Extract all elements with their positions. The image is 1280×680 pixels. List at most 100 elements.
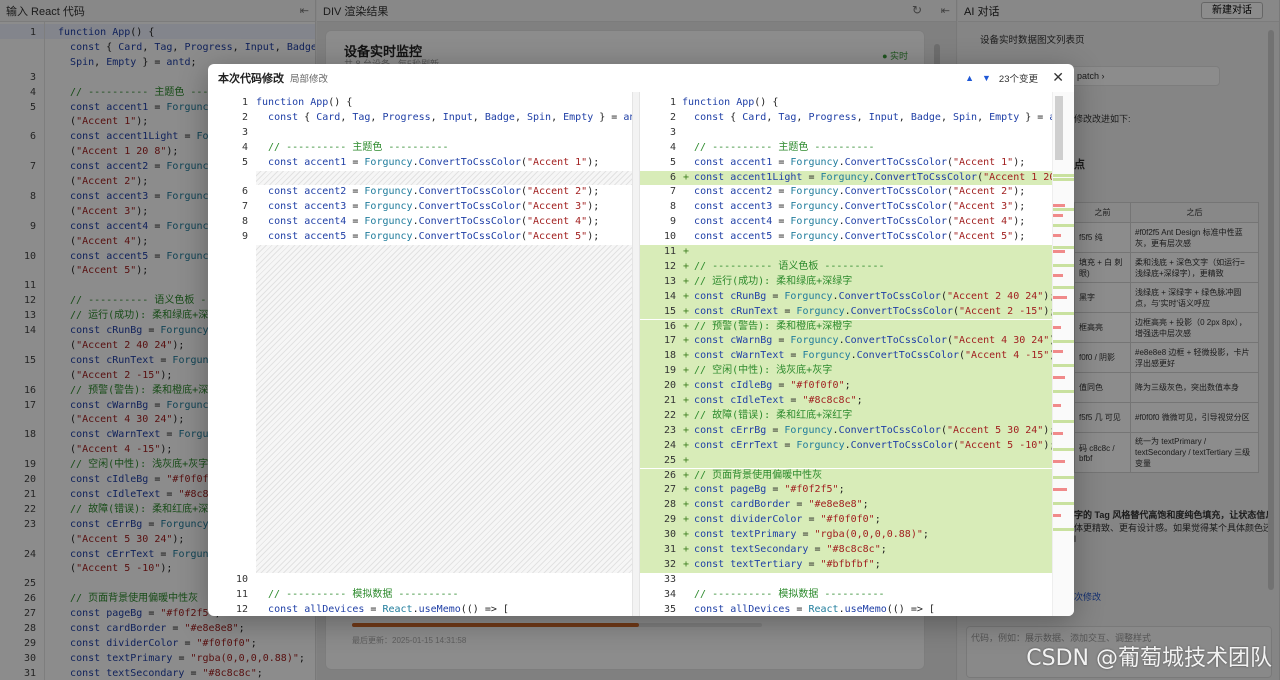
change-navigator: ▲ ▼ 23个变更 (965, 71, 1038, 85)
diff-original-pane[interactable]: 1 function App() {2 const { Card, Tag, Pr… (208, 92, 632, 616)
line-number: 4 (241, 141, 248, 153)
diff-line-added: 14 + const cRunBg = Forguncy.ConvertToCss… (640, 289, 1055, 305)
diff-line: 9 const accent5 = Forguncy.ConvertToCssC… (208, 230, 632, 245)
minimap-mark (1053, 274, 1063, 277)
line-number: 10 (663, 231, 676, 243)
minimap-mark (1053, 448, 1074, 451)
diff-line: 7 const accent3 = Forguncy.ConvertToCssC… (208, 200, 632, 215)
line-number: 31 (663, 544, 676, 555)
line-number: 11 (235, 588, 248, 600)
chevron-down-icon[interactable]: ▼ (982, 73, 991, 83)
line-number: 1 (669, 97, 676, 108)
line-number: 1 (241, 97, 248, 108)
line-number: 19 (663, 365, 676, 377)
diff-line: 12 const allDevices = React.useMemo(() =… (208, 603, 632, 616)
line-number: 2 (241, 111, 248, 123)
line-number: 6 (669, 171, 676, 183)
line-number: 3 (669, 126, 676, 138)
minimap-mark (1053, 246, 1074, 249)
change-count: 23个变更 (998, 74, 1038, 85)
diff-line: 3 (208, 126, 632, 141)
line-number: 2 (669, 111, 676, 123)
minimap-mark (1053, 326, 1061, 329)
diff-line: 6 const accent2 = Forguncy.ConvertToCssC… (208, 185, 632, 200)
diff-line-added: 21 + const cIdleText = "#8c8c8c"; (640, 394, 1052, 409)
minimap-mark (1053, 312, 1074, 315)
line-number: 32 (663, 558, 676, 570)
line-number: 5 (241, 156, 248, 168)
minimap-mark (1053, 404, 1061, 407)
line-number: 24 (663, 439, 676, 451)
modal-subtitle: 局部修改 (290, 74, 329, 85)
diff-line: 33 (640, 573, 1052, 588)
line-number: 6 (241, 186, 248, 198)
diff-line-added: 13 + // 运行(成功): 柔和绿底+深绿字 (640, 274, 1052, 290)
diff-line-added: 11 + (640, 245, 1052, 260)
diff-minimap[interactable] (1052, 92, 1074, 616)
modal-header: 本次代码修改 局部修改 ▲ ▼ 23个变更 ✕ (208, 64, 1074, 92)
line-number: 7 (241, 201, 248, 213)
diff-line-added: 20 + const cIdleBg = "#f0f0f0"; (640, 379, 1052, 394)
line-number: 20 (663, 380, 676, 392)
diff-line: 2 const { Card, Tag, Progress, Input, Ba… (640, 111, 1074, 126)
minimap-mark (1053, 432, 1063, 435)
line-number: 9 (669, 216, 676, 228)
minimap-thumb[interactable] (1055, 96, 1063, 160)
diff-line-added: 17 + const cWarnBg = Forguncy.ConvertToCs… (640, 334, 1061, 350)
minimap-mark (1053, 178, 1074, 181)
diff-modified-pane[interactable]: 1 function App() {2 const { Card, Tag, Pr… (640, 92, 1074, 616)
diff-line-added: 29 + const dividerColor = "#f0f0f0"; (640, 513, 1052, 529)
line-number: 12 (663, 260, 676, 272)
line-number: 13 (663, 275, 676, 287)
line-number: 35 (663, 603, 676, 615)
diff-line: 1 function App() { (640, 96, 1052, 111)
line-number: 21 (663, 395, 676, 406)
line-number: 18 (663, 350, 676, 362)
minimap-mark (1053, 502, 1074, 505)
minimap-mark (1053, 476, 1074, 479)
diff-line: 3 (640, 126, 1052, 141)
line-number: 9 (241, 231, 248, 243)
line-number: 30 (663, 529, 676, 541)
minimap-mark (1053, 488, 1067, 491)
diff-line: 11 // ---------- 模拟数据 ---------- (208, 588, 632, 603)
line-number: 25 (663, 454, 676, 466)
minimap-mark (1053, 174, 1074, 177)
diff-line-added: 22 + // 故障(错误): 柔和红底+深红字 (640, 408, 1052, 424)
diff-placeholder (256, 170, 632, 186)
diff-line-added: 31 + const textSecondary = "#8c8c8c"; (640, 543, 1052, 558)
line-number: 17 (663, 335, 676, 347)
minimap-mark (1053, 296, 1067, 299)
line-number: 12 (235, 603, 248, 615)
line-number: 28 (663, 499, 676, 511)
diff-line-added: 6 + const accent1Light = Forguncy.Convert… (640, 170, 1074, 186)
diff-line: 2 const { Card, Tag, Progress, Input, Ba… (208, 111, 632, 126)
diff-line-added: 16 + // 预警(警告): 柔和橙底+深橙字 (640, 319, 1052, 335)
chevron-up-icon[interactable]: ▲ (965, 73, 974, 83)
diff-line: 5 const accent1 = Forguncy.ConvertToCssC… (640, 156, 1052, 171)
diff-line: 4 // ---------- 主题色 ---------- (640, 141, 1052, 156)
minimap-mark (1053, 528, 1074, 531)
line-number: 26 (663, 469, 676, 481)
close-icon[interactable]: ✕ (1052, 69, 1064, 86)
diff-line: 10 (208, 573, 632, 588)
diff-line: 9 const accent4 = Forguncy.ConvertToCssC… (640, 215, 1052, 230)
diff-line: 8 const accent4 = Forguncy.ConvertToCssC… (208, 215, 632, 230)
line-number: 27 (663, 484, 676, 496)
minimap-mark (1053, 234, 1061, 237)
diff-line-added: 27 + const pageBg = "#f0f2f5"; (640, 483, 1052, 499)
line-number: 14 (663, 290, 676, 302)
diff-splitter[interactable] (632, 92, 640, 616)
minimap-mark (1053, 390, 1074, 393)
diff-line-added: 24 + const cErrText = Forguncy.ConvertToC… (640, 438, 1055, 454)
minimap-mark (1053, 286, 1074, 289)
watermark: CSDN @葡萄城技术团队 (1026, 646, 1272, 671)
line-number: 3 (241, 126, 248, 138)
diff-line: 34 // ---------- 模拟数据 ---------- (640, 588, 1052, 603)
line-number: 7 (669, 186, 676, 198)
diff-line-added: 12 + // ---------- 语义色板 ---------- (640, 259, 1052, 275)
minimap-mark (1053, 224, 1074, 227)
diff-line: 8 const accent3 = Forguncy.ConvertToCssC… (640, 200, 1052, 215)
diff-line-added: 18 + const cWarnText = Forguncy.ConvertTo… (640, 349, 1061, 365)
minimap-mark (1053, 364, 1074, 367)
